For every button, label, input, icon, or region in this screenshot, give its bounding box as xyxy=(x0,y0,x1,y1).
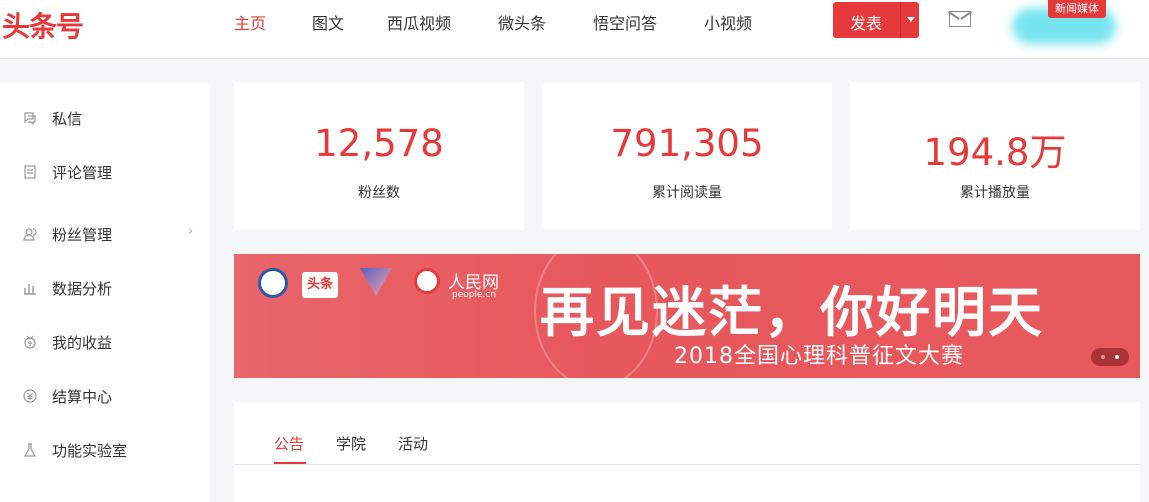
carousel-dot[interactable] xyxy=(1101,355,1105,359)
banner-subheadline: 2018全国心理科普征文大赛 xyxy=(674,344,964,369)
sidebar-item-settlement[interactable]: 结算中心 xyxy=(22,384,202,408)
people-brand-url: people.cn xyxy=(452,290,497,300)
sidebar-item-label: 粉丝管理 xyxy=(52,226,113,244)
nav-wukong-qa[interactable]: 悟空问答 xyxy=(593,10,657,34)
fans-icon xyxy=(22,226,38,242)
toutiaohao-logo[interactable]: 头条号 xyxy=(2,5,84,45)
banner-headline: 再见迷茫，你好明天 xyxy=(540,281,1044,344)
sidebar-item-label: 评论管理 xyxy=(52,164,113,182)
income-icon xyxy=(22,334,38,350)
nav-xigua-video[interactable]: 西瓜视频 xyxy=(387,10,451,34)
stat-card-plays[interactable]: 194.8万 累计播放量 xyxy=(850,82,1140,230)
sidebar-item-label: 结算中心 xyxy=(52,388,113,406)
institute-seal-icon xyxy=(258,268,288,298)
flask-icon xyxy=(22,442,38,458)
sidebar-item-lab[interactable]: 功能实验室 xyxy=(22,438,202,462)
caret-down-icon[interactable] xyxy=(907,17,915,22)
publish-label: 发表 xyxy=(850,14,883,33)
sidebar: 私信 评论管理 粉丝管理 › 数据分析 我的收益 结算中心 功能实验室 xyxy=(0,82,210,502)
sidebar-item-label: 数据分析 xyxy=(52,280,113,298)
tab-academy[interactable]: 学院 xyxy=(336,433,366,454)
tab-announcements[interactable]: 公告 xyxy=(274,433,304,454)
people-logo-icon xyxy=(414,268,440,294)
stat-card-reads[interactable]: 791,305 累计阅读量 xyxy=(542,82,832,230)
publish-button[interactable]: 发表 xyxy=(833,2,919,38)
promo-banner[interactable]: 头条 人民网 people.cn 再见迷茫，你好明天 2018全国心理科普征文大… xyxy=(234,254,1140,378)
top-bar: 头条号 主页 图文 西瓜视频 微头条 悟空问答 小视频 发表 新闻媒体 xyxy=(0,0,1149,59)
carousel-indicator[interactable] xyxy=(1091,348,1129,366)
nav-short-video[interactable]: 小视频 xyxy=(704,10,752,34)
sidebar-item-income[interactable]: 我的收益 xyxy=(22,330,202,354)
stat-value: 12,578 xyxy=(314,122,444,165)
tab-activities[interactable]: 活动 xyxy=(398,433,428,454)
bar-chart-icon xyxy=(22,280,38,296)
sidebar-item-comments[interactable]: 评论管理 xyxy=(22,160,202,184)
toutiao-partner-logo: 头条 xyxy=(302,272,338,298)
stat-value: 791,305 xyxy=(610,122,764,165)
tab-divider xyxy=(234,464,1140,465)
stat-label: 累计阅读量 xyxy=(652,185,722,201)
sidebar-item-messages[interactable]: 私信 xyxy=(22,106,202,130)
comment-icon xyxy=(22,164,38,180)
sidebar-item-analytics[interactable]: 数据分析 xyxy=(22,276,202,300)
chat-icon xyxy=(22,110,38,126)
stat-value: 194.8万 xyxy=(923,131,1067,174)
publish-separator xyxy=(900,2,901,38)
carousel-dot-active[interactable] xyxy=(1115,355,1119,359)
stat-label: 粉丝数 xyxy=(358,185,400,201)
user-type-badge: 新闻媒体 xyxy=(1048,0,1106,18)
stat-card-fans[interactable]: 12,578 粉丝数 xyxy=(234,82,524,230)
chevron-right-icon: › xyxy=(188,224,194,239)
sidebar-item-label: 我的收益 xyxy=(52,334,113,352)
partner-logo-icon xyxy=(360,268,392,296)
nav-article[interactable]: 图文 xyxy=(312,10,344,34)
settlement-icon xyxy=(22,388,38,404)
sidebar-item-label: 私信 xyxy=(52,110,83,128)
stat-label: 累计播放量 xyxy=(960,185,1030,201)
info-panel: 公告 学院 活动 xyxy=(234,402,1140,502)
nav-home[interactable]: 主页 xyxy=(234,10,266,34)
sidebar-item-fans[interactable]: 粉丝管理 › xyxy=(22,222,202,246)
nav-weitoutiao[interactable]: 微头条 xyxy=(498,10,546,34)
mail-icon[interactable] xyxy=(949,11,971,27)
sidebar-item-label: 功能实验室 xyxy=(52,442,128,460)
